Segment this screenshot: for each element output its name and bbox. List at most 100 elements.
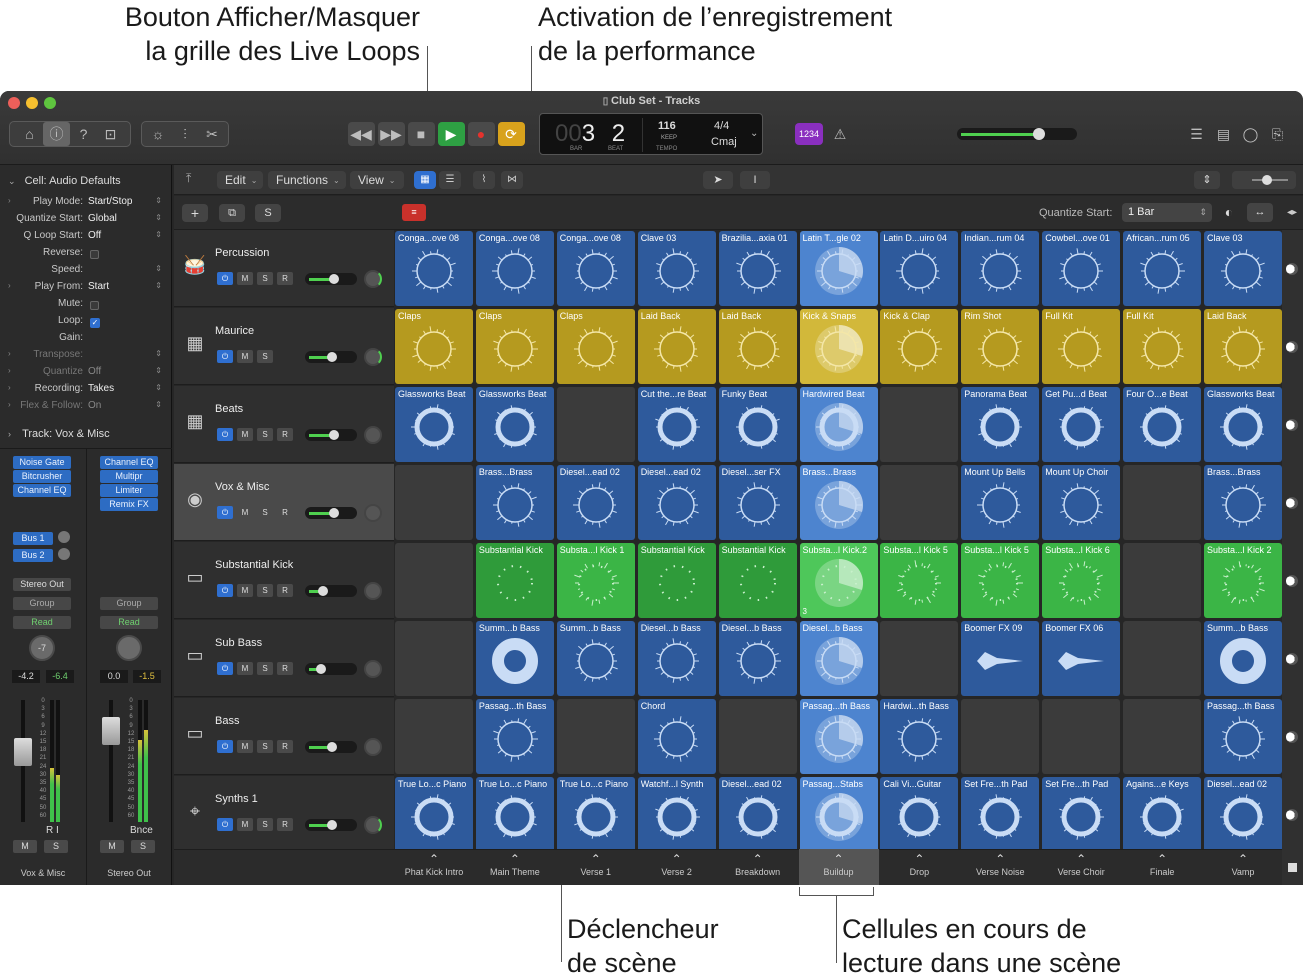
live-loop-cell[interactable]: Panorama Beat xyxy=(961,387,1040,462)
pan-knob[interactable]: -7 xyxy=(29,635,55,661)
solo-button[interactable]: S xyxy=(44,840,68,853)
solo-button[interactable]: S xyxy=(257,662,273,675)
metronome-icon[interactable]: ⚠ xyxy=(828,123,852,145)
scene-trigger[interactable]: ⌃ Verse 2 xyxy=(637,849,717,885)
live-loop-cell[interactable]: Boomer FX 06 xyxy=(1042,621,1121,696)
track-pan-knob[interactable] xyxy=(364,582,382,600)
live-loop-cell[interactable]: Substa...l Kick 5 xyxy=(880,543,959,618)
toolbar-icon[interactable]: ⊡ xyxy=(97,122,124,146)
track-stop-button[interactable] xyxy=(1286,419,1298,431)
empty-cell-slot[interactable] xyxy=(395,621,473,696)
mixer-icon[interactable]: ⫶ xyxy=(172,122,199,146)
live-loop-cell[interactable]: Glassworks Beat xyxy=(1204,387,1282,462)
empty-cell-slot[interactable] xyxy=(1123,543,1202,618)
live-loop-cell[interactable]: Diesel...ead 02 xyxy=(1204,777,1282,852)
live-loop-cell[interactable]: African...rum 05 xyxy=(1123,231,1202,306)
track-header[interactable]: ▦ Maurice ⏻ M S xyxy=(174,308,394,385)
track-stop-button[interactable] xyxy=(1286,497,1298,509)
track-volume-slider[interactable] xyxy=(305,741,357,753)
inspector-param-row[interactable]: Reverse: xyxy=(0,247,170,264)
live-loop-cell[interactable]: Watchf...l Synth xyxy=(637,777,716,852)
fit-width-icon[interactable]: ↔ xyxy=(1247,203,1273,222)
scene-trigger[interactable]: ⌃ Vamp xyxy=(1203,849,1283,885)
solo-button[interactable]: S xyxy=(257,818,273,831)
inspector-param-row[interactable]: Loop: ✓ xyxy=(0,315,170,332)
track-pan-knob[interactable] xyxy=(364,270,382,288)
plugin-slot[interactable]: Multipr xyxy=(100,470,158,483)
solo-button[interactable]: S xyxy=(257,584,273,597)
inspector-param-row[interactable]: Gain: xyxy=(0,332,170,349)
live-loop-cell[interactable]: Diesel...b Bass xyxy=(718,621,797,696)
live-loop-cell[interactable]: Diesel...b Bass xyxy=(799,621,878,696)
zoom-slider[interactable] xyxy=(1232,171,1296,189)
send-level-knob[interactable] xyxy=(58,548,70,560)
live-loop-cell[interactable]: Get Pu...d Beat xyxy=(1042,387,1121,462)
live-loop-cell[interactable]: Cali Vi...Guitar xyxy=(880,777,959,852)
live-loop-cell[interactable]: Hardwi...th Bass xyxy=(880,699,959,774)
track-stop-button[interactable] xyxy=(1286,653,1298,665)
live-loop-cell[interactable]: Summ...b Bass xyxy=(1204,621,1282,696)
live-loop-cell[interactable]: Conga...ove 08 xyxy=(556,231,635,306)
empty-cell-slot[interactable] xyxy=(395,543,473,618)
library-icon[interactable]: ⌂ xyxy=(16,122,43,146)
notepad-icon[interactable]: ▤ xyxy=(1210,122,1237,146)
solo-button[interactable]: S xyxy=(257,428,273,441)
track-volume-slider[interactable] xyxy=(305,507,357,519)
track-volume-slider[interactable] xyxy=(305,273,357,285)
loop-browser-icon[interactable]: ◯ xyxy=(1237,122,1264,146)
track-pan-knob[interactable] xyxy=(364,348,382,366)
checkbox[interactable] xyxy=(90,250,99,259)
live-loop-cell[interactable]: Substa...l Kick 1 xyxy=(556,543,635,618)
power-button[interactable]: ⏻ xyxy=(217,428,233,441)
scene-trigger[interactable]: ⌃ Finale xyxy=(1122,849,1202,885)
empty-cell-slot[interactable] xyxy=(395,699,473,774)
queue-mode-icon[interactable]: ◐ xyxy=(1219,203,1239,222)
mute-button[interactable]: M xyxy=(237,272,253,285)
vertical-zoom-icon[interactable]: ⇕ xyxy=(1194,171,1220,189)
empty-cell-slot[interactable] xyxy=(718,699,797,774)
live-loop-cell[interactable]: Hardwired Beat xyxy=(799,387,878,462)
text-tool-icon[interactable]: I xyxy=(740,171,770,189)
live-loop-cell[interactable]: Mount Up Choir xyxy=(1042,465,1121,540)
live-loop-cell[interactable]: Brass...Brass xyxy=(799,465,878,540)
solo-button[interactable]: S xyxy=(257,272,273,285)
live-loop-cell[interactable]: Substantial Kick xyxy=(718,543,797,618)
empty-cell-slot[interactable] xyxy=(1123,699,1202,774)
scene-trigger[interactable]: ⌃ Verse Noise xyxy=(960,849,1040,885)
live-loop-cell[interactable]: Conga...ove 08 xyxy=(395,231,473,306)
live-loop-cell[interactable]: Kick & Snaps xyxy=(799,309,878,384)
live-loop-cell[interactable]: Substantial Kick xyxy=(637,543,716,618)
solo-button[interactable]: S xyxy=(257,740,273,753)
volume-fader-cap[interactable] xyxy=(14,738,32,766)
send-level-knob[interactable] xyxy=(58,531,70,543)
empty-cell-slot[interactable] xyxy=(1123,465,1202,540)
record-enable-button[interactable]: R xyxy=(277,584,293,597)
group-slot[interactable]: Group xyxy=(13,597,71,610)
functions-menu[interactable]: Functions ⌄ xyxy=(268,171,346,189)
live-loop-cell[interactable]: Summ...b Bass xyxy=(475,621,554,696)
stop-icon[interactable]: ■ xyxy=(407,122,435,146)
live-loop-cell[interactable]: Clave 03 xyxy=(637,231,716,306)
plugin-slot[interactable]: Remix FX xyxy=(100,498,158,511)
track-volume-slider[interactable] xyxy=(305,663,357,675)
editors-icon[interactable]: ✂ xyxy=(199,122,226,146)
lcd-display[interactable]: 003 2 BAR BEAT 116 KEEP TEMPO 4/4 Cmaj ⌄ xyxy=(539,113,763,155)
track-header[interactable]: ◉ Vox & Misc ⏻ M S R xyxy=(174,464,394,541)
track-header[interactable]: ▭ Substantial Kick ⏻ M S R xyxy=(174,542,394,619)
inspector-param-row[interactable]: › Quantize Off ⇕ xyxy=(0,366,170,383)
live-loop-cell[interactable]: Boomer FX 09 xyxy=(961,621,1040,696)
inspector-param-row[interactable]: Q Loop Start: Off ⇕ xyxy=(0,230,170,247)
plugin-slot[interactable]: Channel EQ xyxy=(100,456,158,469)
live-loop-cell[interactable]: Diesel...ead 02 xyxy=(637,465,716,540)
power-button[interactable]: ⏻ xyxy=(217,740,233,753)
track-stop-button[interactable] xyxy=(1286,809,1298,821)
live-loop-cell[interactable]: Substa...l Kick 5 xyxy=(961,543,1040,618)
track-header[interactable]: ▭ Sub Bass ⏻ M S R xyxy=(174,620,394,697)
live-loop-cell[interactable]: Cowbel...ove 01 xyxy=(1042,231,1121,306)
empty-cell-slot[interactable] xyxy=(1042,699,1121,774)
inspector-param-row[interactable]: › Recording: Takes ⇕ xyxy=(0,383,170,400)
live-loop-cell[interactable]: Substantial Kick xyxy=(475,543,554,618)
live-loop-cell[interactable]: Substa...l Kick 2 xyxy=(1204,543,1282,618)
track-header[interactable]: ⌖ Synths 1 ⏻ M S R xyxy=(174,776,394,853)
track-inspector-header[interactable]: › Track: Vox & Misc xyxy=(8,428,110,440)
